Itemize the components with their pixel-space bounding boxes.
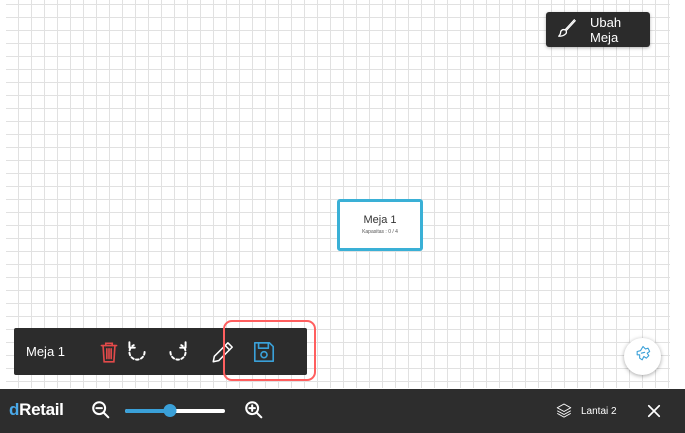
- table-card[interactable]: Meja 1 Kapasitas : 0 / 4: [337, 199, 423, 251]
- zoom-slider[interactable]: [125, 401, 225, 421]
- edit-table-button[interactable]: Ubah Meja: [546, 12, 650, 47]
- recenter-button[interactable]: [624, 338, 661, 375]
- pencil-icon[interactable]: [209, 338, 237, 366]
- canvas-margin-right: [670, 0, 685, 388]
- trash-icon[interactable]: [95, 338, 123, 366]
- layers-icon: [555, 401, 573, 422]
- rotate-right-icon[interactable]: [164, 338, 192, 366]
- close-icon[interactable]: [645, 402, 663, 420]
- rotate-left-icon[interactable]: [123, 338, 151, 366]
- floor-selector[interactable]: Lantai 2: [555, 401, 617, 422]
- save-icon[interactable]: [250, 338, 278, 366]
- floor-label: Lantai 2: [581, 406, 617, 417]
- zoom-out-icon[interactable]: [90, 399, 112, 421]
- brush-icon: [556, 17, 578, 42]
- table-name: Meja 1: [363, 214, 397, 226]
- edit-table-label: Ubah Meja: [590, 14, 622, 45]
- dretail-logo: dRetail: [9, 400, 64, 419]
- zoom-slider-thumb[interactable]: [163, 404, 177, 417]
- selected-table-label: Meja 1: [26, 344, 66, 359]
- bottom-bar: dRetail Lantai 2: [0, 389, 685, 433]
- hand-icon: [633, 344, 653, 369]
- table-toolbar: Meja 1: [14, 328, 307, 375]
- table-capacity: Kapasitas : 0 / 4: [362, 229, 398, 235]
- canvas-margin-left: [0, 0, 6, 388]
- zoom-in-icon[interactable]: [243, 399, 265, 421]
